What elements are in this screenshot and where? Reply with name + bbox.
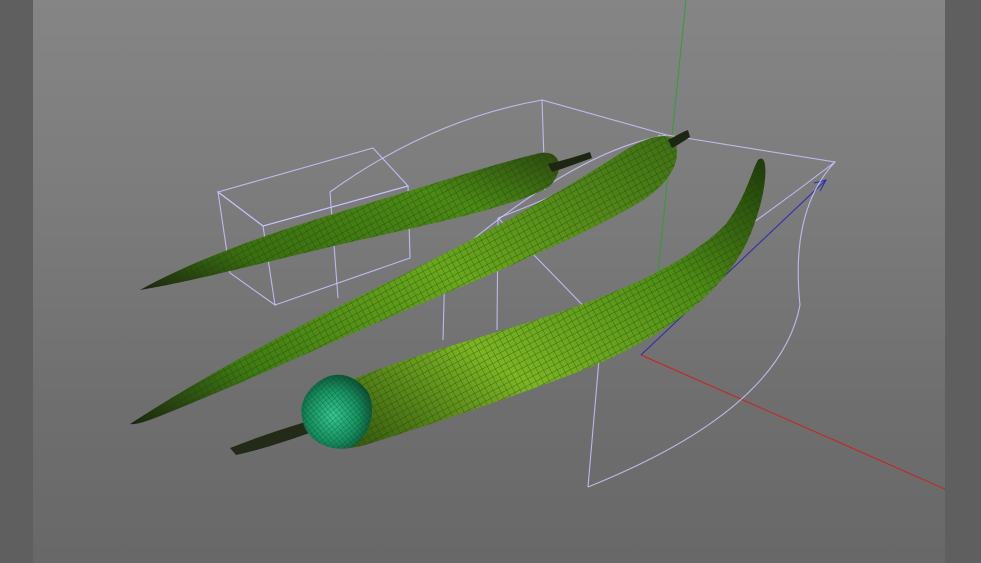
scene-canvas[interactable] bbox=[33, 0, 945, 563]
3d-editor bbox=[0, 0, 981, 563]
x-axis-line bbox=[640, 354, 945, 490]
left-panel-edge bbox=[0, 0, 33, 563]
3d-viewport[interactable] bbox=[33, 0, 945, 563]
right-panel-edge bbox=[945, 0, 981, 563]
